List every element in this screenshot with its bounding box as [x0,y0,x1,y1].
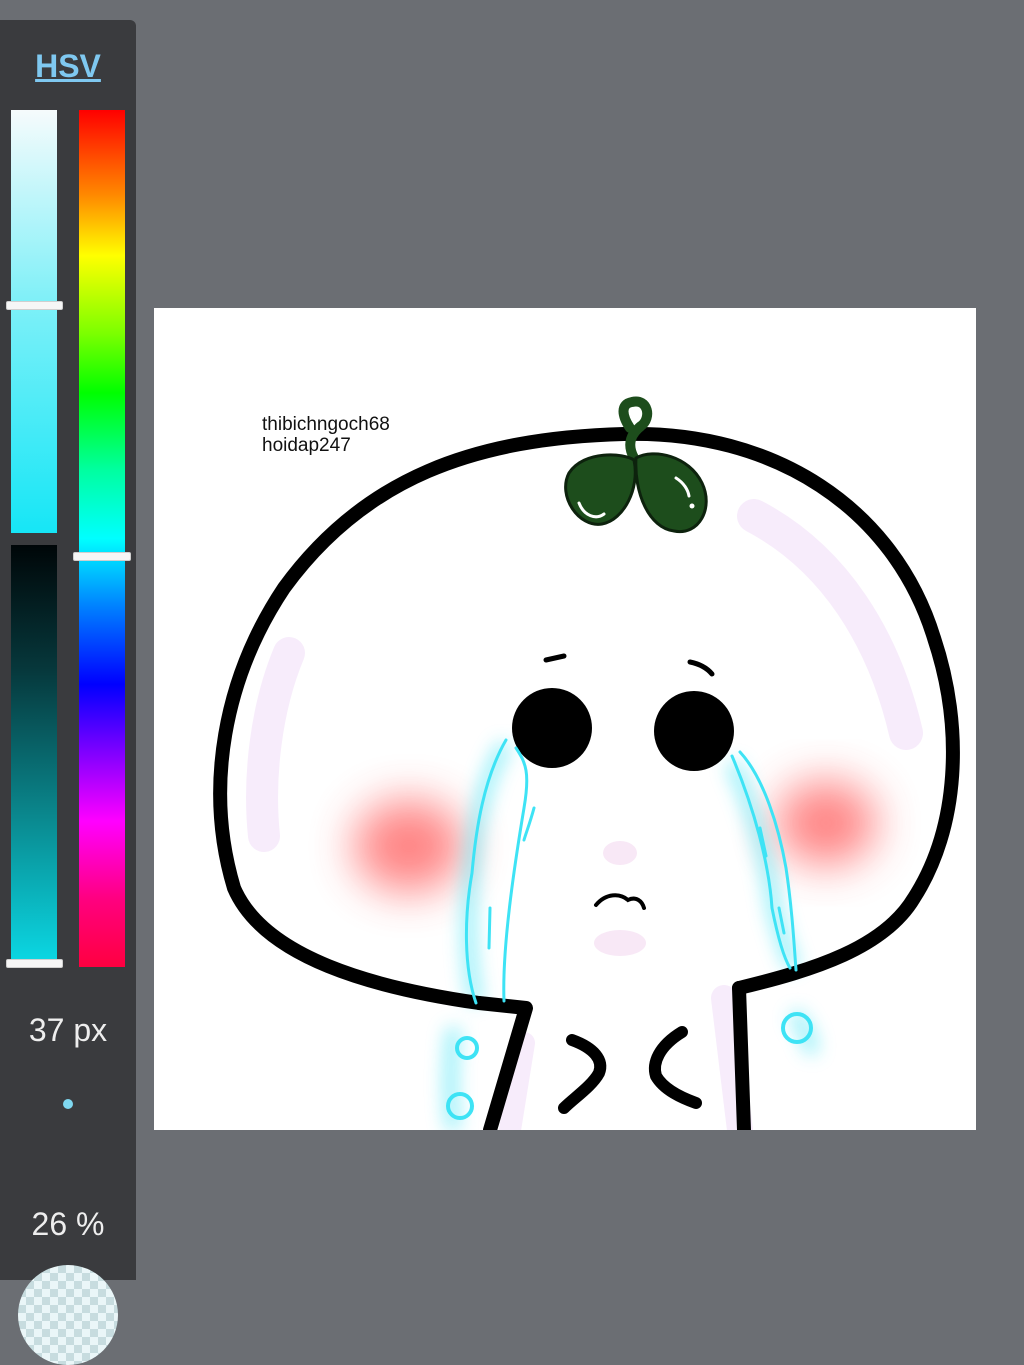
color-picker-panel: HSV 37 px 26 % [0,20,136,1365]
watermark: thibichngoch68 hoidap247 [262,414,390,456]
brush-size-preview [63,1099,73,1109]
watermark-line-1: thibichngoch68 [262,414,390,435]
hsv-mode-tab[interactable]: HSV [0,48,136,85]
hue-slider-handle[interactable] [73,551,131,561]
brush-opacity-label[interactable]: 26 % [0,1206,136,1243]
value-slider[interactable] [11,545,57,963]
saturation-slider-handle[interactable] [6,300,63,310]
watermark-line-2: hoidap247 [262,435,351,456]
drawing-canvas[interactable]: thibichngoch68 hoidap247 [154,308,976,1130]
opacity-swatch[interactable] [18,1265,118,1365]
hue-slider[interactable] [79,110,125,967]
saturation-slider[interactable] [11,110,57,533]
brush-size-label[interactable]: 37 px [0,1012,136,1049]
value-slider-handle[interactable] [6,959,63,968]
